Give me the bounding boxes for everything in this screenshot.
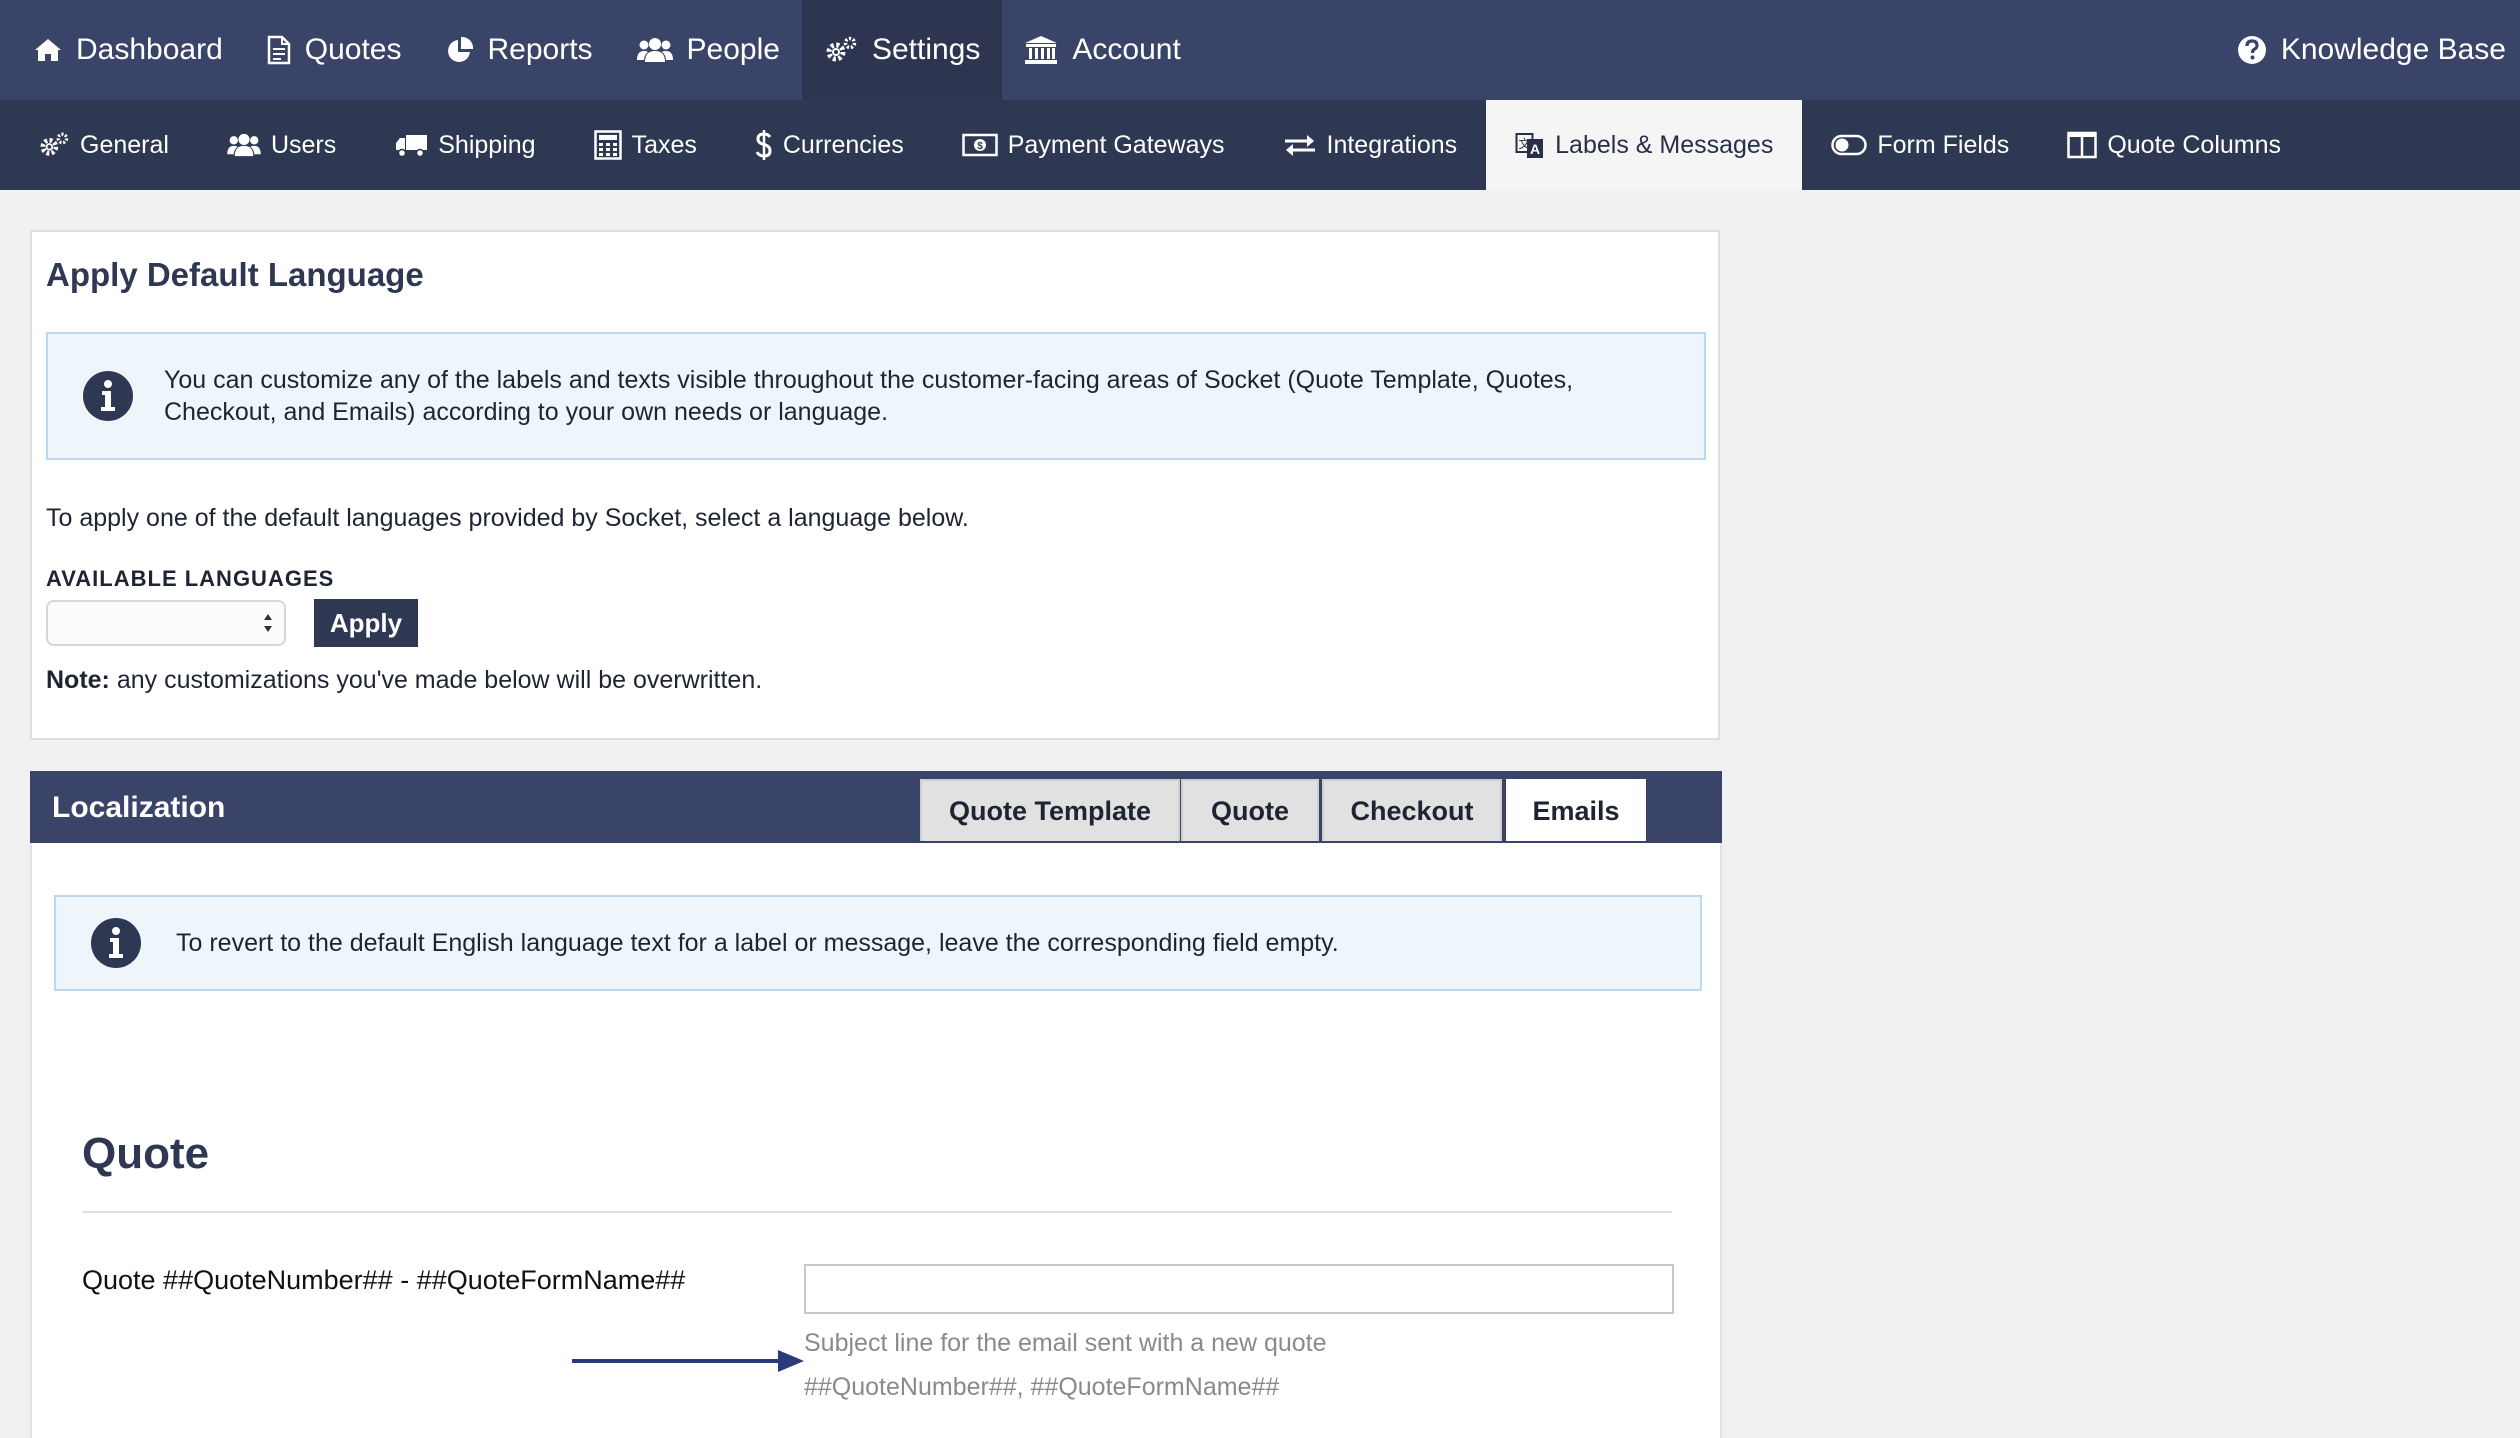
columns-icon	[2067, 131, 2098, 159]
subnav-form-fields[interactable]: Form Fields	[1802, 100, 2038, 190]
revert-info-text: To revert to the default English languag…	[176, 929, 1339, 957]
exchange-icon	[1283, 133, 1317, 157]
apply-default-language-card: Apply Default Language You can customize…	[30, 230, 1720, 740]
dollar-icon	[755, 129, 773, 161]
subnav-currencies[interactable]: Currencies	[726, 100, 933, 190]
subnav-shipping-label: Shipping	[438, 130, 536, 159]
nav-dashboard-label: Dashboard	[76, 33, 223, 66]
gears-icon	[824, 35, 858, 65]
email-subject-input[interactable]	[804, 1264, 1674, 1314]
nav-settings-label: Settings	[871, 33, 981, 66]
nav-reports[interactable]: Reports	[424, 0, 615, 100]
toggle-icon	[1831, 134, 1868, 156]
section-title: Apply Default Language	[46, 256, 424, 293]
subnav-users[interactable]: Users	[198, 100, 365, 190]
nav-knowledge-base[interactable]: Knowledge Base	[2215, 0, 2520, 100]
nav-settings[interactable]: Settings	[801, 0, 1003, 100]
arrow-right-icon	[570, 1346, 806, 1381]
info-icon	[82, 370, 134, 422]
info-icon	[90, 917, 142, 969]
subnav-taxes-label: Taxes	[631, 130, 697, 159]
subnav-currencies-label: Currencies	[782, 130, 904, 159]
svg-text:A: A	[1530, 141, 1540, 157]
question-circle-icon	[2237, 35, 2267, 65]
subnav-payment-gateways-label: Payment Gateways	[1007, 130, 1225, 159]
nav-people-label: People	[686, 33, 780, 66]
tab-quote-template[interactable]: Quote Template	[920, 779, 1180, 841]
truck-icon	[394, 132, 428, 158]
note-bold-label: Note:	[46, 666, 110, 694]
nav-people[interactable]: People	[615, 0, 802, 100]
subnav-integrations-label: Integrations	[1326, 130, 1458, 159]
document-icon	[267, 35, 291, 65]
language-select[interactable]	[46, 600, 286, 646]
bank-icon	[1024, 35, 1058, 65]
nav-dashboard[interactable]: Dashboard	[0, 0, 245, 100]
subnav-form-fields-label: Form Fields	[1877, 130, 2010, 159]
section-divider	[82, 1211, 1672, 1213]
home-icon	[34, 37, 62, 63]
tab-quote[interactable]: Quote	[1181, 779, 1319, 841]
revert-info-box: To revert to the default English languag…	[54, 895, 1702, 991]
localization-title: Localization	[52, 791, 226, 824]
language-icon: 文A	[1515, 130, 1545, 160]
overwrite-note: Note: any customizations you've made bel…	[46, 666, 762, 695]
subnav-general[interactable]: General	[0, 100, 198, 190]
info-text: You can customize any of the labels and …	[164, 366, 1574, 426]
subnav-payment-gateways[interactable]: $ Payment Gateways	[933, 100, 1254, 190]
subnav-integrations[interactable]: Integrations	[1254, 100, 1487, 190]
settings-subnav: General Users Shipping Taxes Currencies …	[0, 100, 2520, 190]
subnav-shipping[interactable]: Shipping	[365, 100, 564, 190]
users-icon	[227, 132, 261, 158]
nav-quotes[interactable]: Quotes	[245, 0, 424, 100]
svg-text:$: $	[977, 141, 983, 152]
quote-section-title: Quote	[82, 1129, 210, 1178]
calculator-icon	[593, 130, 622, 160]
note-text: any customizations you've made below wil…	[109, 666, 763, 694]
subnav-quote-columns-label: Quote Columns	[2107, 130, 2282, 159]
nav-quotes-label: Quotes	[304, 33, 402, 66]
subnav-labels-messages[interactable]: 文A Labels & Messages	[1486, 100, 1803, 190]
money-icon: $	[962, 133, 998, 157]
apply-button[interactable]: Apply	[314, 599, 418, 647]
available-languages-label: AVAILABLE LANGUAGES	[46, 566, 335, 591]
localization-panel: To revert to the default English languag…	[30, 843, 1722, 1438]
tab-checkout[interactable]: Checkout	[1322, 779, 1502, 841]
nav-account-label: Account	[1072, 33, 1181, 66]
email-subject-help: Subject line for the email sent with a n…	[804, 1329, 1327, 1357]
nav-knowledge-base-label: Knowledge Base	[2280, 33, 2506, 66]
instruction-text: To apply one of the default languages pr…	[46, 504, 969, 532]
email-subject-label: Quote ##QuoteNumber## - ##QuoteFormName#…	[82, 1265, 686, 1295]
gears-icon	[38, 131, 70, 159]
subnav-quote-columns[interactable]: Quote Columns	[2038, 100, 2310, 190]
subnav-labels-messages-label: Labels & Messages	[1555, 130, 1774, 159]
top-nav: Dashboard Quotes Reports People Settings…	[0, 0, 2520, 100]
subnav-taxes[interactable]: Taxes	[565, 100, 726, 190]
email-subject-variables: ##QuoteNumber##, ##QuoteFormName##	[804, 1373, 1280, 1401]
pie-chart-icon	[446, 36, 474, 64]
nav-account[interactable]: Account	[1002, 0, 1202, 100]
tab-emails[interactable]: Emails	[1506, 779, 1646, 841]
localization-header: Localization Quote Template Quote Checko…	[30, 771, 1722, 843]
subnav-general-label: General	[80, 130, 169, 159]
subnav-users-label: Users	[270, 130, 337, 159]
people-icon	[636, 36, 673, 64]
select-arrows-icon	[262, 611, 274, 640]
nav-reports-label: Reports	[487, 33, 593, 66]
info-box: You can customize any of the labels and …	[46, 332, 1706, 460]
